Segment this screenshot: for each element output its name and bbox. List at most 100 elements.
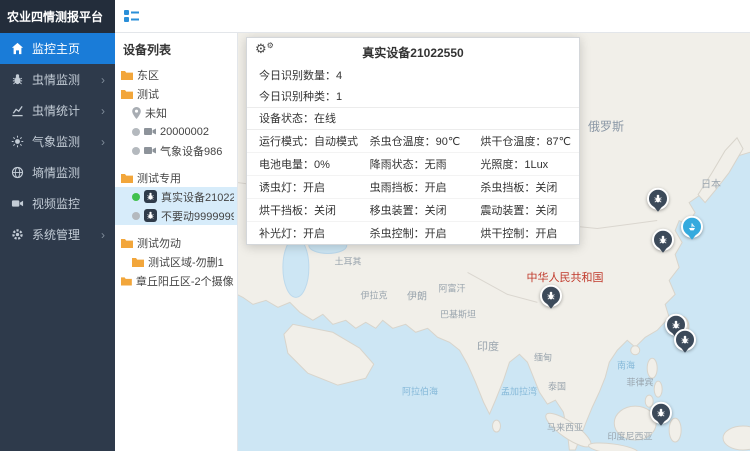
popup-summary-row: 今日识别数量：4 xyxy=(247,65,579,86)
main-area: 设备列表 东区 测试 未知 20000002 xyxy=(115,0,750,451)
folder-icon xyxy=(121,238,133,248)
popup-detail-cell: 烘干控制：开启 xyxy=(468,222,579,244)
app-window: 农业四情测报平台 监控主页 虫情监测 › 虫情统计 › xyxy=(0,0,750,451)
popup-detail-cell: 光照度：1Lux xyxy=(468,153,579,176)
device-marker[interactable] xyxy=(674,329,696,351)
popup-detail-grid: 运行模式：自动模式 杀虫仓温度：90℃ 烘干仓温度：87℃ 电池电量：0% 降雨… xyxy=(247,130,579,244)
device-list-title: 设备列表 xyxy=(115,33,237,65)
sidebar-item-label: 监控主页 xyxy=(32,40,80,57)
status-offline-icon xyxy=(132,212,140,220)
chevron-right-icon: › xyxy=(101,136,105,148)
tree-item-label: 真实设备21022550 xyxy=(161,189,234,205)
tree-item[interactable]: 测试专用 xyxy=(115,168,237,187)
sidebar-item-label: 虫情统计 xyxy=(32,102,80,119)
popup-title: ⚙⚙ 真实设备21022550 xyxy=(247,38,579,65)
popup-detail-cell: 补光灯：开启 xyxy=(247,222,358,244)
status-offline-icon xyxy=(132,128,140,136)
tree-item[interactable]: 20000002 xyxy=(115,122,237,141)
topbar xyxy=(115,0,750,33)
folder-icon xyxy=(121,89,133,99)
gear-icon[interactable]: ⚙⚙ xyxy=(255,42,274,55)
chevron-right-icon: › xyxy=(101,229,105,241)
device-marker[interactable] xyxy=(647,188,669,210)
sidebar-menu: 监控主页 虫情监测 › 虫情统计 › 气象监测 xyxy=(0,33,115,250)
popup-detail-cell: 烘干仓温度：87℃ xyxy=(468,130,579,153)
tree-item-label: 测试专用 xyxy=(137,170,181,186)
status-online-icon xyxy=(132,193,140,201)
tree-item-label: 东区 xyxy=(137,67,159,83)
sidebar-item-label: 虫情监测 xyxy=(32,71,80,88)
sidebar-item-insect-monitor[interactable]: 虫情监测 › xyxy=(0,64,115,95)
sidebar: 农业四情测报平台 监控主页 虫情监测 › 虫情统计 › xyxy=(0,0,115,451)
tree-item-label: 未知 xyxy=(145,105,167,121)
bug-device-icon xyxy=(144,190,157,203)
bug-icon xyxy=(10,73,24,87)
sidebar-item-label: 视频监控 xyxy=(32,195,80,212)
device-list-panel: 设备列表 东区 测试 未知 20000002 xyxy=(115,33,238,451)
camera-icon xyxy=(10,197,24,211)
app-title: 农业四情测报平台 xyxy=(0,0,115,33)
content-area: 设备列表 东区 测试 未知 20000002 xyxy=(115,33,750,451)
tree-item[interactable]: 气象设备986 xyxy=(115,141,237,160)
chevron-right-icon: › xyxy=(101,105,105,117)
popup-detail-cell: 诱虫灯：开启 xyxy=(247,176,358,199)
tree-item[interactable]: 测试勿动 xyxy=(115,233,237,252)
weather-icon xyxy=(10,135,24,149)
home-icon xyxy=(10,42,24,56)
tree-item[interactable]: 测试区域-勿删1 xyxy=(115,252,237,271)
popup-detail-cell: 运行模式：自动模式 xyxy=(247,130,358,153)
tree-item-label: 测试区域-勿删1 xyxy=(148,254,224,270)
device-marker[interactable] xyxy=(652,229,674,251)
tree-item[interactable]: 章丘阳丘区-2个摄像头 xyxy=(115,271,237,290)
tree-item[interactable]: 测试 xyxy=(115,84,237,103)
popup-title-text: 真实设备21022550 xyxy=(362,46,463,60)
tree-item-label: 测试勿动 xyxy=(137,235,181,251)
device-marker[interactable] xyxy=(650,402,672,424)
status-offline-icon xyxy=(132,147,140,155)
sidebar-item-weather-monitor[interactable]: 气象监测 › xyxy=(0,126,115,157)
sidebar-item-label: 气象监测 xyxy=(32,133,80,150)
popup-detail-cell: 杀虫挡板：关闭 xyxy=(468,176,579,199)
sidebar-item-insect-stats[interactable]: 虫情统计 › xyxy=(0,95,115,126)
tree-item-label: 不要动99999999 xyxy=(161,208,234,224)
tree-item[interactable]: 未知 xyxy=(115,103,237,122)
popup-detail-cell: 杀虫仓温度：90℃ xyxy=(358,130,469,153)
sidebar-item-home[interactable]: 监控主页 xyxy=(0,33,115,64)
tree-item-selected-device[interactable]: 真实设备21022550 xyxy=(115,187,237,206)
tree-item-label: 20000002 xyxy=(160,126,209,138)
chevron-right-icon: › xyxy=(101,74,105,86)
popup-detail-cell: 震动装置：关闭 xyxy=(468,199,579,222)
folder-icon xyxy=(121,70,133,80)
sidebar-item-soil-monitor[interactable]: 墒情监测 xyxy=(0,157,115,188)
tree-item-selected-device[interactable]: 不要动99999999 xyxy=(115,206,237,225)
sidebar-item-system-mgmt[interactable]: 系统管理 › xyxy=(0,219,115,250)
popup-detail-cell: 虫雨挡板：开启 xyxy=(358,176,469,199)
popup-detail-cell: 烘干挡板：关闭 xyxy=(247,199,358,222)
tree-item-label: 章丘阳丘区-2个摄像头 xyxy=(136,273,234,289)
globe-icon xyxy=(10,166,24,180)
sidebar-item-label: 系统管理 xyxy=(32,226,80,243)
tree-item-label: 测试 xyxy=(137,86,159,102)
map[interactable]: ⚙⚙ 真实设备21022550 今日识别数量：4 今日识别种类：1 设备状态：在… xyxy=(238,33,750,451)
device-icon xyxy=(144,146,156,155)
popup-detail-cell: 电池电量：0% xyxy=(247,153,358,176)
boat-marker[interactable] xyxy=(681,216,703,238)
device-marker[interactable] xyxy=(540,285,562,307)
device-info-popup: ⚙⚙ 真实设备21022550 今日识别数量：4 今日识别种类：1 设备状态：在… xyxy=(246,37,580,245)
pin-icon xyxy=(132,107,141,119)
folder-icon xyxy=(121,173,133,183)
sidebar-collapse-icon[interactable] xyxy=(124,9,139,23)
bug-device-icon xyxy=(144,209,157,222)
popup-summary-row: 今日识别种类：1 xyxy=(247,86,579,108)
chart-icon xyxy=(10,104,24,118)
folder-icon xyxy=(121,276,132,286)
popup-detail-cell: 移虫装置：关闭 xyxy=(358,199,469,222)
folder-icon xyxy=(132,257,144,267)
sidebar-item-label: 墒情监测 xyxy=(32,164,80,181)
tree-item[interactable]: 东区 xyxy=(115,65,237,84)
tree-item-label: 气象设备986 xyxy=(160,143,222,159)
popup-detail-cell: 降雨状态：无雨 xyxy=(358,153,469,176)
sidebar-item-video-monitor[interactable]: 视频监控 xyxy=(0,188,115,219)
popup-summary-row: 设备状态：在线 xyxy=(247,108,579,130)
popup-detail-cell: 杀虫控制：开启 xyxy=(358,222,469,244)
